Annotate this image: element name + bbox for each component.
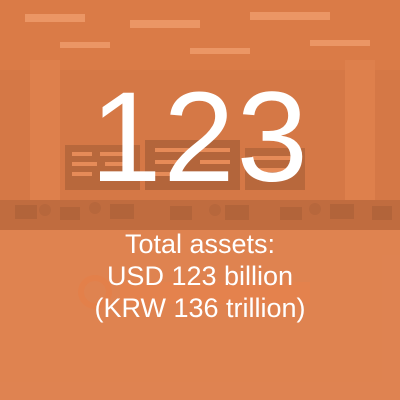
headline-number: 123 (90, 66, 310, 209)
caption-line-krw: (KRW 136 trillion) (94, 293, 306, 323)
caption-line-total-assets: Total assets: (124, 229, 276, 259)
caption-line-usd: USD 123 billion (106, 261, 294, 291)
infographic-card: 123 Total assets: USD 123 billion (KRW 1… (0, 0, 400, 400)
